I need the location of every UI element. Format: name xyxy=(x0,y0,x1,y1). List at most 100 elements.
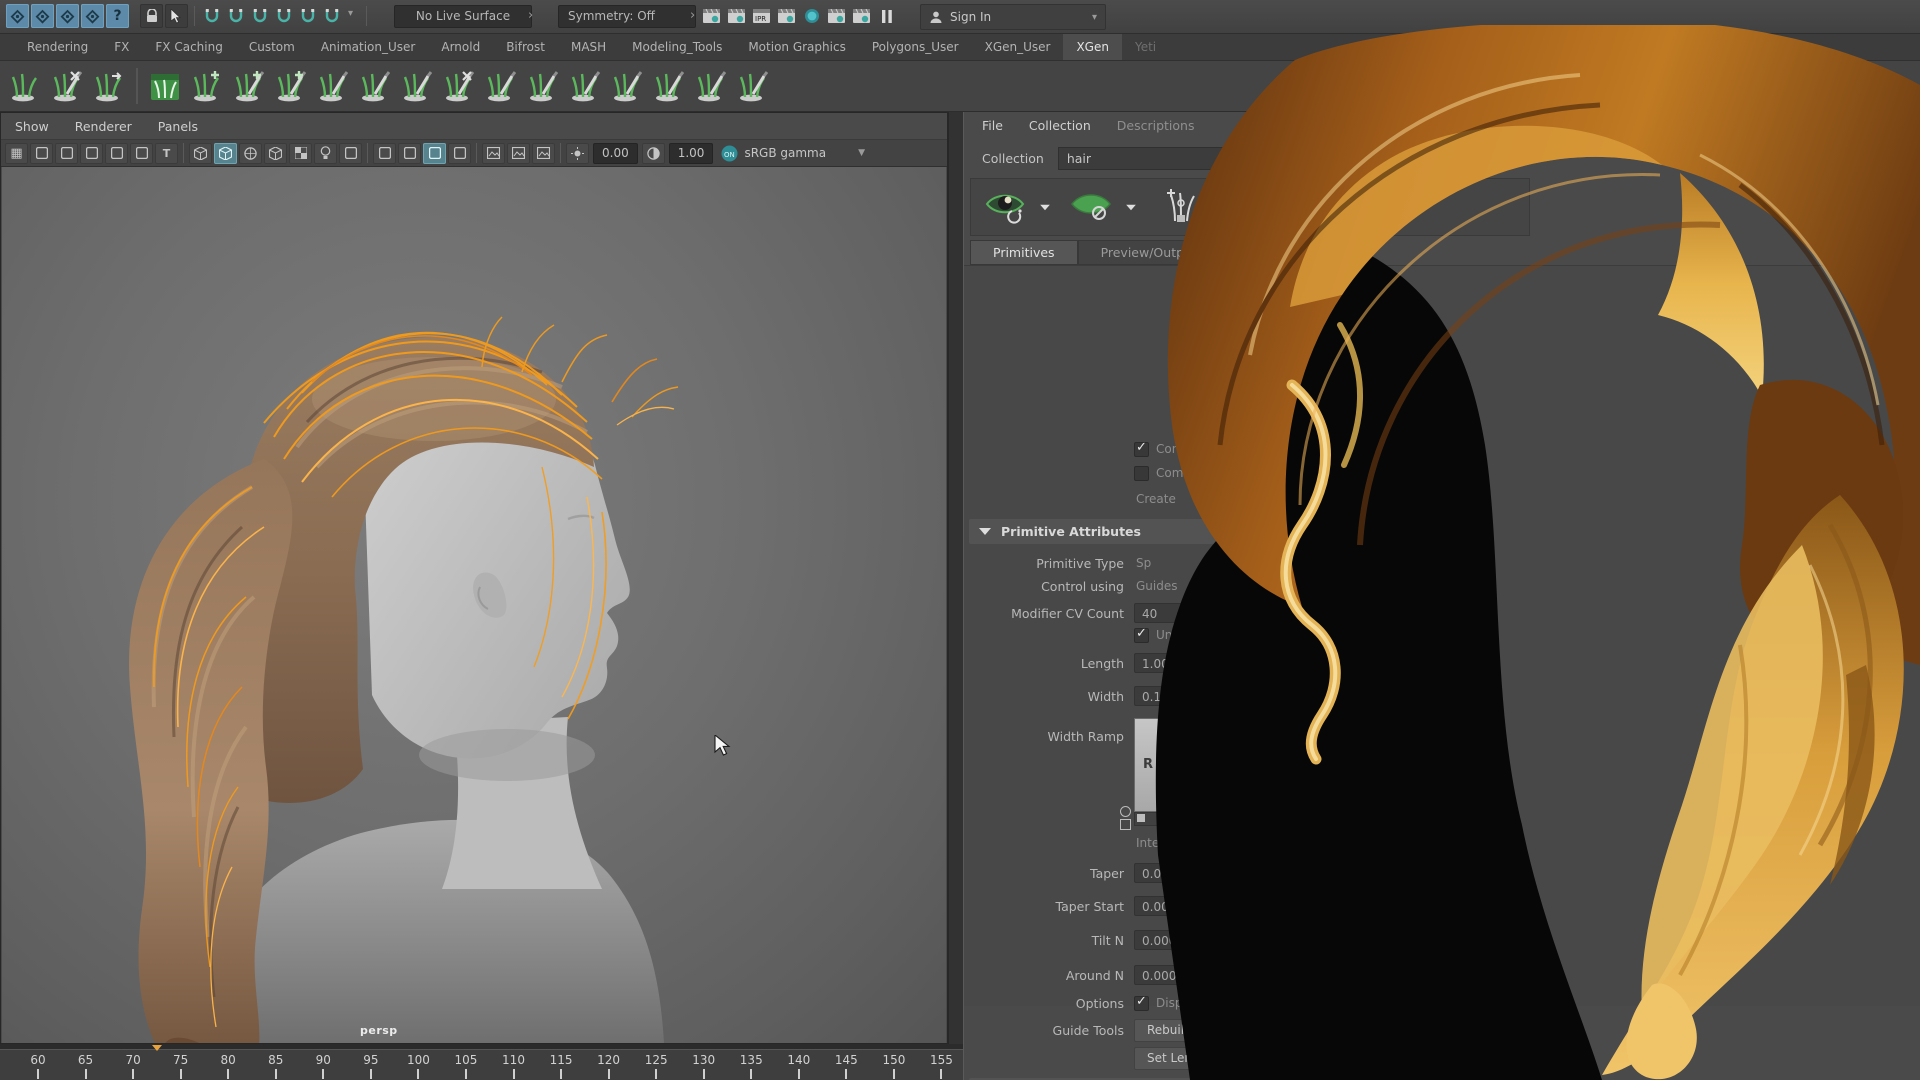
xgen-menu-descriptions[interactable]: Descriptions xyxy=(1117,118,1195,133)
make-live-magnet-icon[interactable] xyxy=(320,4,343,28)
resolution-gate-icon[interactable] xyxy=(55,143,78,164)
elevation-brush-icon[interactable] xyxy=(692,66,730,106)
wireframe-icon[interactable] xyxy=(189,143,212,164)
control-using-select[interactable]: Guides xyxy=(1136,579,1178,593)
select-tool-icon[interactable] xyxy=(165,4,188,28)
exposure-icon[interactable] xyxy=(566,143,589,164)
width-field[interactable]: 0.1000 xyxy=(1134,686,1230,706)
preview-dropdown-icon[interactable] xyxy=(1040,204,1050,210)
lasso-tool-icon[interactable] xyxy=(6,66,44,106)
viewport-menu-panels[interactable]: Panels xyxy=(158,119,198,134)
comb-brush-icon[interactable] xyxy=(314,66,352,106)
viewport-canvas[interactable]: persp xyxy=(2,167,946,1043)
connect-checkbox[interactable] xyxy=(1134,442,1149,457)
preview-refresh-eye-icon[interactable] xyxy=(985,189,1029,225)
export-groom-icon[interactable] xyxy=(90,66,128,106)
display-render-globals-icon[interactable] xyxy=(800,4,823,28)
ramp-handle-icons[interactable] xyxy=(1120,806,1132,830)
xgen-tab-primitives[interactable]: Primitives xyxy=(970,240,1078,265)
add-guides-icon[interactable] xyxy=(1161,187,1201,227)
snap-grid-magnet-icon[interactable] xyxy=(200,4,223,28)
smooth-shaded-icon[interactable] xyxy=(214,143,237,164)
snap-projected-center-magnet-icon[interactable] xyxy=(272,4,295,28)
exposure-field[interactable]: 0.00 xyxy=(593,143,638,164)
symmetry-expand-icon[interactable]: › xyxy=(690,8,695,23)
part-brush-icon[interactable] xyxy=(566,66,604,106)
sign-in-control[interactable]: Sign In ▾ xyxy=(920,4,1106,30)
modifier-cv-count-field[interactable]: 40 xyxy=(1134,603,1230,623)
collection-name-field[interactable]: hair xyxy=(1058,147,1376,170)
help-mode-icon[interactable]: ? xyxy=(106,4,129,28)
primitive-attributes-header[interactable]: Primitive Attributes xyxy=(969,519,1409,544)
shelf-tab-mash[interactable]: MASH xyxy=(558,34,619,60)
xray-icon[interactable] xyxy=(448,143,471,164)
render-settings-icon[interactable] xyxy=(775,4,798,28)
shelf-tab-arnold[interactable]: Arnold xyxy=(428,34,493,60)
smooth-brush-icon[interactable] xyxy=(356,66,394,106)
clump-brush-icon[interactable] xyxy=(482,66,520,106)
screen-space-ao-icon[interactable] xyxy=(373,143,396,164)
shelf-tab-fx-caching[interactable]: FX Caching xyxy=(142,34,235,60)
symmetry-field[interactable]: Symmetry: Off xyxy=(558,5,696,28)
create-button[interactable]: Create xyxy=(1136,492,1176,506)
taper-start-field[interactable]: 0.0000 xyxy=(1134,896,1230,916)
gate-mask-icon[interactable] xyxy=(80,143,103,164)
gamma-field[interactable]: 1.00 xyxy=(669,143,714,164)
shelf-tab-fx[interactable]: FX xyxy=(101,34,142,60)
length-field[interactable]: 1.0000 xyxy=(1134,653,1230,673)
xgen-menu-collection[interactable]: Collection xyxy=(1029,118,1091,133)
open-render-view-icon[interactable] xyxy=(700,4,723,28)
pause-viewport-icon[interactable] xyxy=(875,4,898,28)
render-setup-icon[interactable] xyxy=(825,4,848,28)
isolate-select-icon[interactable] xyxy=(423,143,446,164)
multi-cut-icon[interactable] xyxy=(507,143,530,164)
textured-icon[interactable] xyxy=(239,143,262,164)
taper-field[interactable]: 0.0000 xyxy=(1134,863,1230,883)
xgen-editor-icon[interactable] xyxy=(146,66,184,106)
component-mode-icon[interactable] xyxy=(56,4,79,28)
guide-visibility-eye-icon[interactable] xyxy=(1069,189,1115,225)
safe-title-icon[interactable]: T xyxy=(155,143,178,164)
cut-brush-icon[interactable] xyxy=(440,66,478,106)
shelf-tab-bifrost[interactable]: Bifrost xyxy=(493,34,558,60)
freeze-brush-icon[interactable] xyxy=(734,66,772,106)
xgen-menu-file[interactable]: File xyxy=(982,118,1003,133)
add-guides-tool-icon[interactable] xyxy=(188,66,226,106)
delete-guides-brush-icon[interactable] xyxy=(48,66,86,106)
ramp-interpolation-note[interactable]: Interpolation: Linear xyxy=(1136,836,1258,850)
length-slider[interactable] xyxy=(1236,660,1356,666)
safe-action-icon[interactable] xyxy=(130,143,153,164)
snapshot-icon[interactable] xyxy=(482,143,505,164)
xgen-tab-preview-outp[interactable]: Preview/Outp xyxy=(1078,240,1207,265)
width-slider[interactable] xyxy=(1236,693,1356,699)
shelf-tab-xgen-user[interactable]: XGen_User xyxy=(972,34,1064,60)
ipr-render-icon[interactable]: IPR xyxy=(750,4,773,28)
shadows-icon[interactable] xyxy=(339,143,362,164)
object-mode-icon[interactable] xyxy=(31,4,54,28)
ramp-key-handle[interactable] xyxy=(1137,814,1145,822)
field-chart-icon[interactable] xyxy=(105,143,128,164)
bend-brush-icon[interactable] xyxy=(608,66,646,106)
taper-start-slider[interactable] xyxy=(1236,903,1356,909)
length-brush-icon[interactable] xyxy=(398,66,436,106)
viewport-menu-renderer[interactable]: Renderer xyxy=(75,119,132,134)
ramp-position-strip[interactable] xyxy=(1134,812,1348,826)
shelf-tab-yeti[interactable]: Yeti xyxy=(1122,34,1169,60)
current-time-marker[interactable] xyxy=(152,1045,162,1051)
display-checkbox[interactable] xyxy=(1134,996,1149,1011)
place-guides-brush-icon[interactable] xyxy=(230,66,268,106)
live-surface-expand-icon[interactable]: › xyxy=(528,8,533,23)
colorspace-control[interactable]: ONsRGB gamma▼ xyxy=(721,145,865,162)
shelf-tab-motion-graphics[interactable]: Motion Graphics xyxy=(735,34,859,60)
rebuild-button[interactable]: Rebuild xyxy=(1134,1019,1205,1042)
wireframe-on-shaded-icon[interactable] xyxy=(264,143,287,164)
film-gate-icon[interactable] xyxy=(30,143,53,164)
snap-point-magnet-icon[interactable] xyxy=(248,4,271,28)
snap-dropdown-icon[interactable]: ▾ xyxy=(348,8,353,19)
around-n-slider[interactable] xyxy=(1236,972,1356,978)
hierarchy-mode-icon[interactable] xyxy=(6,4,29,28)
viewport-menu-show[interactable]: Show xyxy=(15,119,49,134)
guide-dropdown-icon[interactable] xyxy=(1126,204,1136,210)
motion-blur-icon[interactable] xyxy=(398,143,421,164)
contrast-icon[interactable] xyxy=(642,143,665,164)
